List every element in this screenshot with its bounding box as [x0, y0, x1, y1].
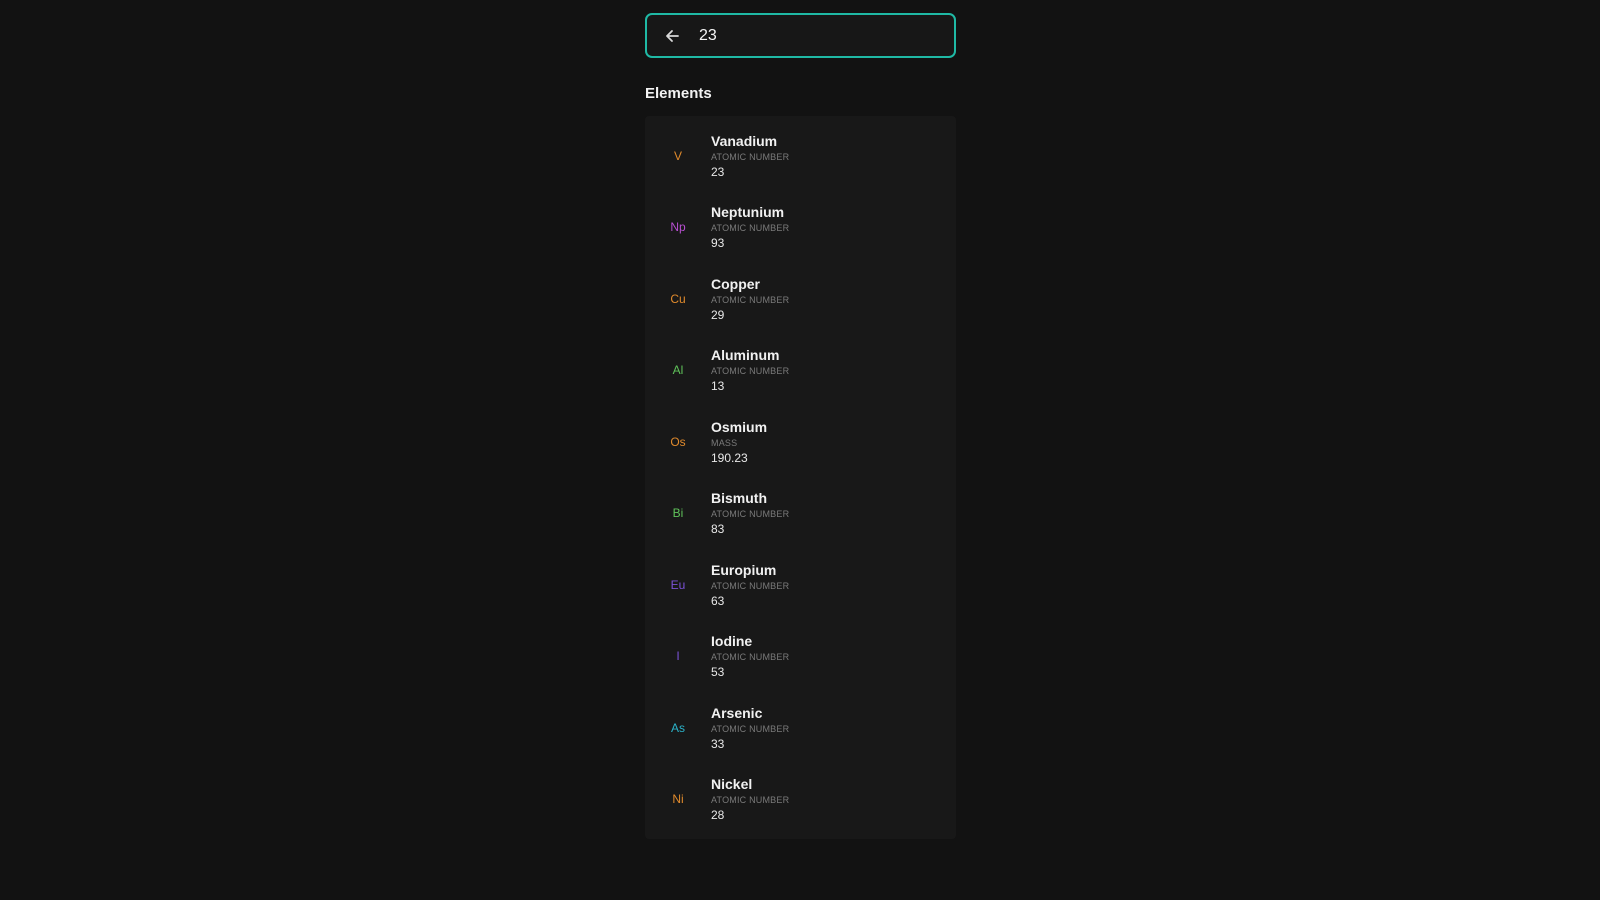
property-label: ATOMIC NUMBER: [711, 652, 790, 663]
element-symbol: Bi: [672, 506, 684, 521]
element-name: Copper: [711, 275, 760, 292]
element-symbol: V: [673, 148, 682, 163]
list-item[interactable]: Np Neptunium ATOMIC NUMBER 93: [645, 192, 956, 264]
element-symbol: Al: [672, 363, 684, 378]
property-label: ATOMIC NUMBER: [711, 223, 790, 234]
list-item[interactable]: Bi Bismuth ATOMIC NUMBER 83: [645, 478, 956, 550]
list-item[interactable]: Eu Europium ATOMIC NUMBER 63: [645, 549, 956, 621]
element-name: Vanadium: [711, 132, 778, 149]
property-value: 23: [711, 164, 725, 179]
element-symbol: I: [676, 649, 680, 664]
property-label: ATOMIC NUMBER: [711, 294, 790, 305]
property-value: 13: [711, 379, 725, 394]
property-label: ATOMIC NUMBER: [711, 151, 790, 162]
property-label: ATOMIC NUMBER: [711, 795, 790, 806]
property-value: 190.23: [711, 450, 748, 465]
property-value: 93: [711, 236, 725, 251]
element-symbol: As: [670, 720, 685, 735]
search-box[interactable]: [645, 13, 956, 58]
element-name: Europium: [711, 561, 777, 578]
element-info: Europium ATOMIC NUMBER 63: [711, 561, 789, 609]
element-info: Iodine ATOMIC NUMBER 53: [711, 632, 789, 680]
list-item[interactable]: Os Osmium MASS 190.23: [645, 406, 956, 478]
element-info: Vanadium ATOMIC NUMBER 23: [711, 132, 789, 180]
element-symbol: Ni: [672, 792, 684, 807]
list-item[interactable]: Ni Nickel ATOMIC NUMBER 28: [645, 764, 956, 836]
back-arrow-icon[interactable]: [661, 25, 683, 47]
element-name: Aluminum: [711, 347, 780, 364]
element-info: Osmium MASS 190.23: [711, 418, 767, 466]
element-symbol: Os: [670, 434, 686, 449]
property-value: 28: [711, 808, 725, 823]
element-name: Iodine: [711, 633, 753, 650]
element-symbol: Np: [670, 220, 686, 235]
property-value: 29: [711, 307, 725, 322]
element-name: Bismuth: [711, 490, 767, 507]
property-label: ATOMIC NUMBER: [711, 723, 790, 734]
element-symbol: Cu: [670, 291, 686, 306]
section-title: Elements: [645, 85, 712, 102]
search-input[interactable]: [699, 26, 919, 45]
list-item[interactable]: I Iodine ATOMIC NUMBER 53: [645, 621, 956, 693]
property-label: ATOMIC NUMBER: [711, 366, 790, 377]
element-name: Arsenic: [711, 704, 763, 721]
element-info: Copper ATOMIC NUMBER 29: [711, 275, 789, 323]
property-label: ATOMIC NUMBER: [711, 580, 790, 591]
property-value: 33: [711, 736, 725, 751]
search-panel: Elements V Vanadium ATOMIC NUMBER 23 Np Neptu…: [645, 13, 956, 839]
element-name: Neptunium: [711, 204, 785, 221]
property-value: 63: [711, 593, 725, 608]
list-item[interactable]: V Vanadium ATOMIC NUMBER 23: [645, 120, 956, 192]
element-info: Neptunium ATOMIC NUMBER 93: [711, 203, 789, 251]
list-item[interactable]: As Arsenic ATOMIC NUMBER 33: [645, 692, 956, 764]
property-label: ATOMIC NUMBER: [711, 509, 790, 520]
property-value: 53: [711, 665, 725, 680]
property-label: MASS: [711, 437, 738, 448]
list-item[interactable]: Cu Copper ATOMIC NUMBER 29: [645, 263, 956, 335]
element-info: Nickel ATOMIC NUMBER 28: [711, 775, 789, 823]
element-info: Aluminum ATOMIC NUMBER 13: [711, 346, 789, 394]
element-list: V Vanadium ATOMIC NUMBER 23 Np Neptunium ATOMI…: [645, 116, 956, 839]
element-info: Arsenic ATOMIC NUMBER 33: [711, 704, 789, 752]
element-symbol: Eu: [670, 577, 686, 592]
element-name: Nickel: [711, 776, 753, 793]
property-value: 83: [711, 522, 725, 537]
list-item[interactable]: Al Aluminum ATOMIC NUMBER 13: [645, 335, 956, 407]
element-name: Osmium: [711, 418, 768, 435]
element-info: Bismuth ATOMIC NUMBER 83: [711, 489, 789, 537]
